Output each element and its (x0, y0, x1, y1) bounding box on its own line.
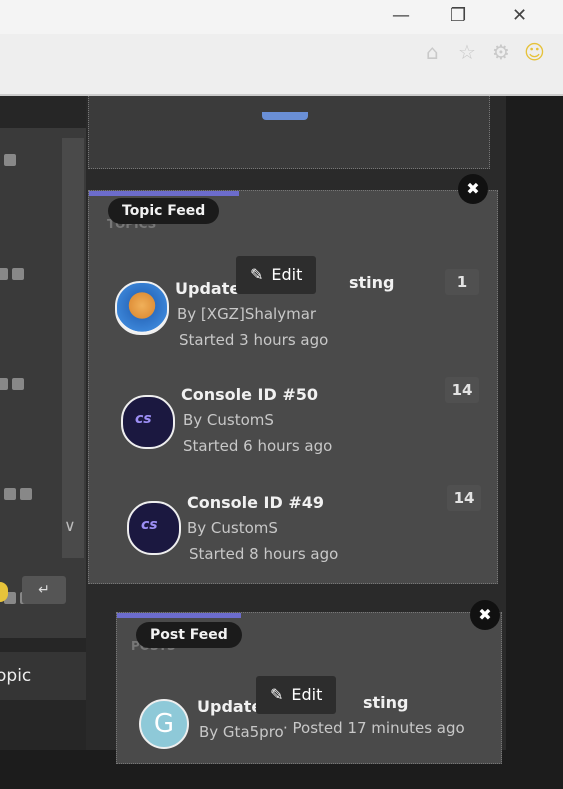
row-icons (0, 268, 60, 282)
topic-started: Started 3 hours ago (179, 331, 329, 349)
post-time: · Posted 17 minutes ago (283, 719, 465, 737)
topic-author[interactable]: By CustomS (183, 411, 274, 429)
left-panel (0, 128, 89, 638)
pencil-icon: ✎ (270, 685, 284, 704)
left-scrolltrack[interactable] (62, 138, 84, 558)
edit-button-label: Edit (271, 265, 303, 284)
edit-icon[interactable] (4, 488, 16, 500)
close-widget-button[interactable]: ✖ (458, 174, 488, 204)
pencil-icon: ✎ (250, 265, 264, 284)
row-icons (0, 378, 60, 392)
previous-widget (88, 96, 490, 169)
topic-author[interactable]: By [XGZ]Shalymar (177, 305, 316, 323)
topic-title[interactable]: Console ID #49 (187, 493, 324, 512)
edit-button-label: Edit (291, 685, 323, 704)
edit-icon[interactable] (4, 154, 16, 166)
edit-icon[interactable] (0, 378, 8, 390)
post-feed-label[interactable]: Post Feed (136, 622, 242, 648)
topic-title[interactable]: Console ID #50 (181, 385, 318, 404)
smiley-icon[interactable]: ☺ (524, 40, 545, 64)
delete-icon[interactable] (12, 268, 24, 280)
close-widget-button[interactable]: ✖ (470, 600, 500, 630)
browser-toolbar (0, 34, 563, 96)
reply-count-badge: 14 (447, 485, 481, 511)
avatar[interactable]: G (139, 699, 189, 749)
edit-icon[interactable] (0, 268, 8, 280)
widget-accent-bar (89, 191, 239, 196)
topic-feed-label[interactable]: Topic Feed (108, 198, 220, 224)
list-item[interactable]: cs Console ID #49 By CustomS Started 8 h… (89, 485, 497, 589)
avatar-logo-icon: cs (135, 411, 152, 427)
row-icons (0, 488, 60, 502)
topic-title[interactable]: Update (175, 279, 240, 298)
enter-button[interactable]: ↵ (22, 576, 66, 604)
avatar-letter: G (153, 709, 175, 739)
topic-author[interactable]: By CustomS (187, 519, 278, 537)
browser-titlebar: — ❐ ✕ (0, 0, 563, 34)
topic-started: Started 8 hours ago (189, 545, 339, 563)
star-icon[interactable]: ☆ (458, 40, 476, 64)
topic-feed-widget[interactable]: TOPICS Update sting By [XGZ]Shalymar Sta… (88, 190, 498, 584)
minimize-button[interactable]: — (392, 6, 410, 26)
post-title-tail[interactable]: sting (363, 693, 409, 712)
avatar[interactable] (115, 281, 169, 335)
delete-icon[interactable] (12, 378, 24, 390)
post-title[interactable]: Update (197, 697, 262, 716)
topic-started: Started 6 hours ago (183, 437, 333, 455)
close-window-button[interactable]: ✕ (512, 6, 527, 26)
widget-accent-bar (117, 613, 241, 618)
avatar-logo-icon: cs (141, 517, 158, 533)
home-icon[interactable]: ⌂ (426, 40, 439, 64)
reply-count-badge: 14 (445, 377, 479, 403)
edit-widget-button[interactable]: ✎ Edit (256, 676, 337, 714)
list-item[interactable]: cs Console ID #50 By CustomS Started 6 h… (89, 377, 497, 481)
avatar[interactable]: cs (121, 395, 175, 449)
previous-widget-marker (262, 112, 308, 120)
gear-icon[interactable]: ⚙ (492, 40, 510, 64)
restore-button[interactable]: ❐ (450, 6, 466, 26)
row-icons (0, 154, 60, 168)
chevron-down-icon[interactable]: ∨ (64, 516, 76, 535)
new-topic-label: opic (0, 666, 32, 686)
reply-count-badge: 1 (445, 269, 479, 295)
avatar[interactable]: cs (127, 501, 181, 555)
topic-title-tail[interactable]: sting (349, 273, 395, 292)
post-author[interactable]: By Gta5pro (199, 723, 284, 741)
edit-widget-button[interactable]: ✎ Edit (236, 256, 317, 294)
delete-icon[interactable] (20, 488, 32, 500)
new-topic-button[interactable]: opic (0, 652, 92, 700)
